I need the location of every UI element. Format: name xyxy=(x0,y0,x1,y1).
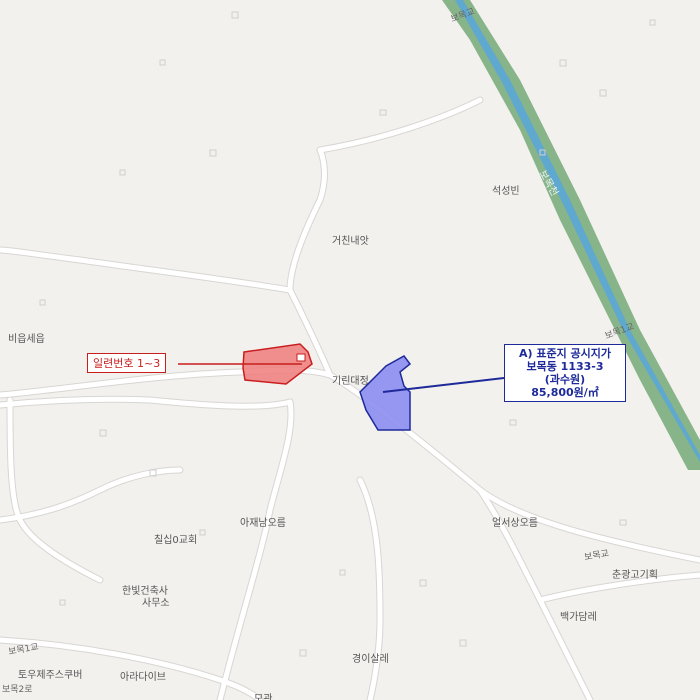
place-label-chungwang: 춘광고기획 xyxy=(612,570,658,581)
blue-callout-line1: A) 표준지 공시지가 xyxy=(518,347,612,360)
place-label-geochinnaeot: 거친내앗 xyxy=(332,236,369,247)
place-label-seokseongbin: 석성빈 xyxy=(492,186,520,197)
place-label-yeonseonsangoreum: 얼서상오름 xyxy=(492,518,538,529)
place-label-bieumsesang: 비읍세읍 xyxy=(8,334,45,345)
place-label-araedabae: 아라다이브 xyxy=(120,672,166,683)
blue-callout-line3: (과수원) xyxy=(544,373,586,386)
place-label-girindaejeong: 기린대정 xyxy=(332,376,369,387)
blue-parcel[interactable] xyxy=(359,355,412,431)
buildings xyxy=(39,11,656,657)
place-label-chilsimgyohoe: 칠십0교회 xyxy=(154,535,198,546)
red-callout-box: 일련번호 1~3 xyxy=(87,353,167,373)
place-label-ajaenamoreum: 아재남오름 xyxy=(240,518,286,529)
place-label-hanbit-office-2: 사무소 xyxy=(142,598,170,609)
red-callout-text: 일련번호 1~3 xyxy=(93,357,161,370)
place-label-bottom-center: 모관 xyxy=(254,694,273,700)
place-label-gyeongisal: 경이살레 xyxy=(352,654,389,665)
place-label-baekgadam: 백가담레 xyxy=(560,612,597,623)
red-parcel-marker xyxy=(296,353,306,362)
blue-callout-line4: 85,800원/㎡ xyxy=(531,386,599,399)
blue-callout-line2: 보목동 1133-3 xyxy=(526,360,604,373)
blue-callout-box: A) 표준지 공시지가 보목동 1133-3 (과수원) 85,800원/㎡ xyxy=(504,344,626,402)
map-canvas[interactable]: 보목천 보목교 보목1교 보목1교 보목교 석성빈 거친내앗 비읍세읍 기린대정… xyxy=(0,0,700,700)
place-label-toujeju: 토우제주스쿠버 xyxy=(18,670,83,681)
road-label-bottom-left: 보목2로 xyxy=(2,685,33,695)
